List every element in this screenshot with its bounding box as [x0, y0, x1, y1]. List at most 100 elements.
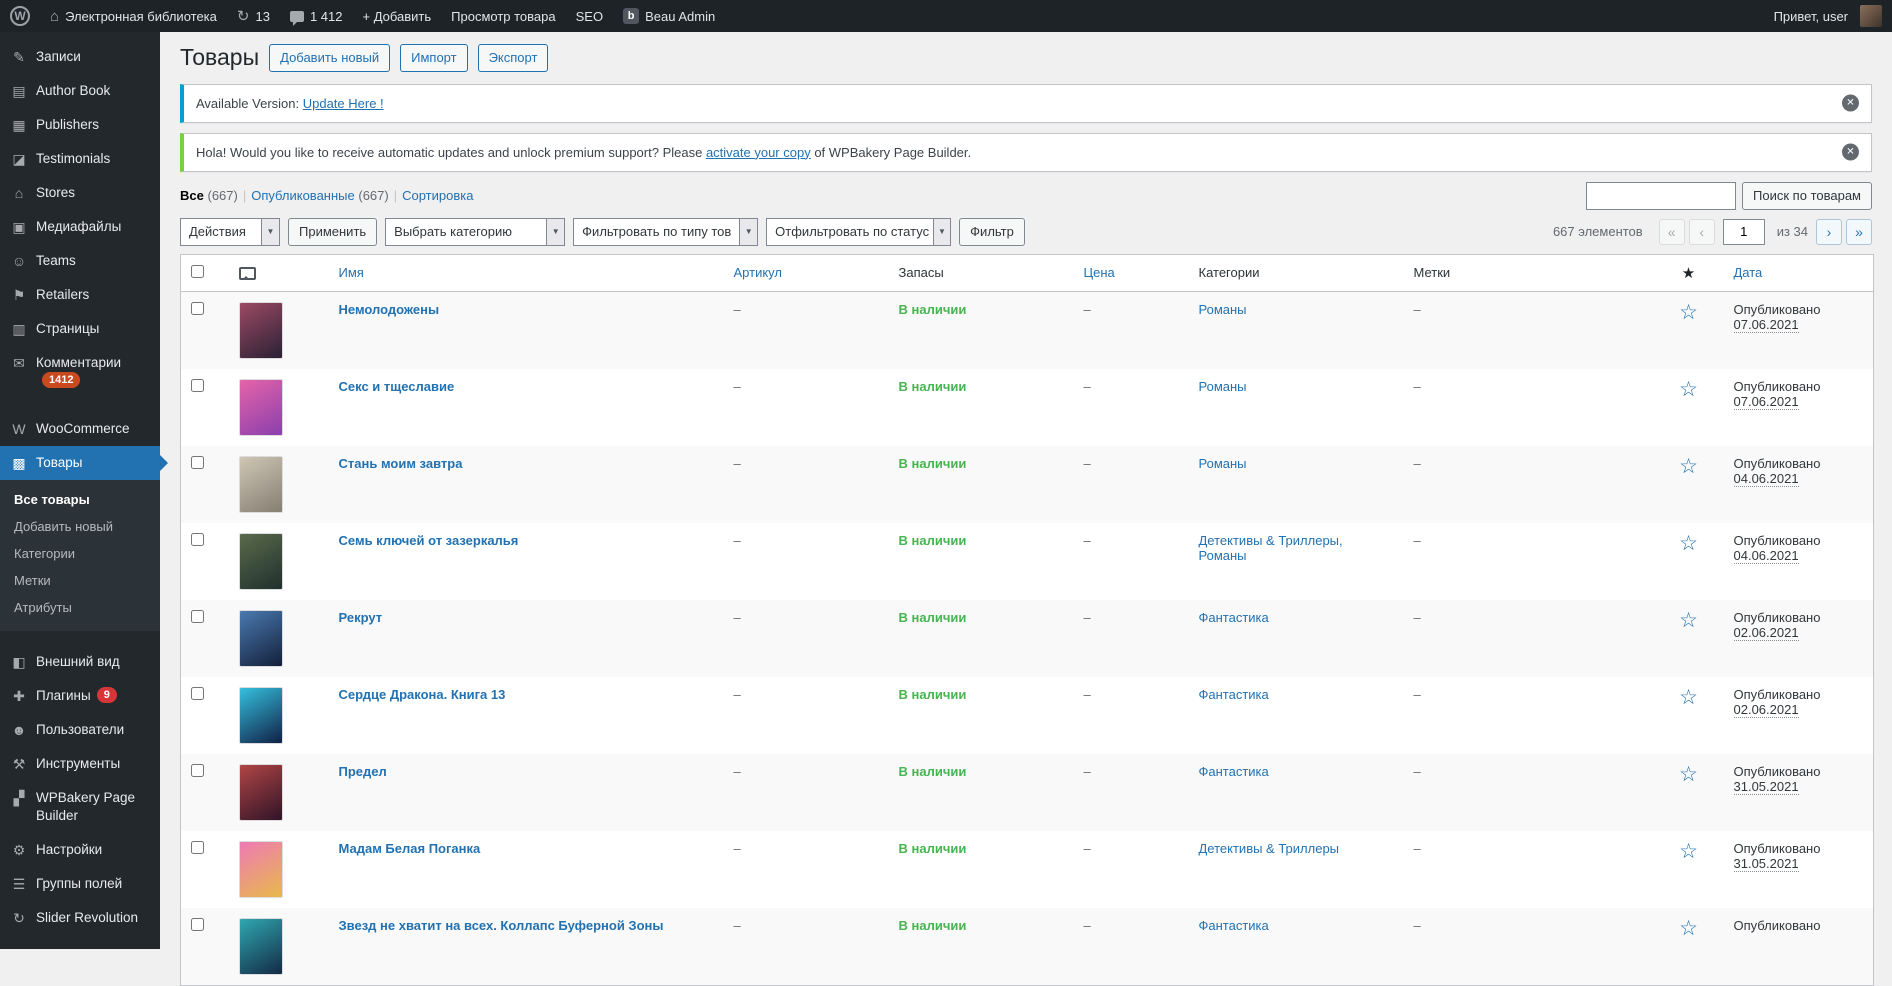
sidebar-subitem[interactable]: Метки [0, 567, 160, 594]
product-name-link[interactable]: Рекрут [339, 610, 383, 625]
product-thumbnail[interactable] [238, 532, 283, 590]
sidebar-item-products[interactable]: ▩ Товары [0, 446, 168, 480]
view-sorting-link[interactable]: Сортировка [402, 188, 473, 203]
view-published-link[interactable]: Опубликованные (667) [251, 188, 388, 203]
row-checkbox[interactable] [191, 532, 204, 546]
feature-star-icon[interactable] [1679, 609, 1698, 632]
category-link[interactable]: Фантастика [1199, 687, 1269, 702]
sidebar-item-woocommerce[interactable]: W WooCommerce [0, 412, 160, 446]
product-name-link[interactable]: Предел [339, 764, 387, 779]
seo-menu-button[interactable]: SEO [566, 0, 613, 32]
sidebar-item[interactable]: ◧ Внешний вид [0, 645, 160, 679]
sidebar-item[interactable]: ⚒ Инструменты [0, 747, 160, 781]
product-type-filter-select[interactable]: Фильтровать по типу тов [573, 217, 759, 246]
sidebar-subitem[interactable]: Добавить новый [0, 513, 160, 540]
search-products-input[interactable] [1586, 181, 1737, 210]
apply-button[interactable]: Применить [288, 217, 378, 246]
filter-button[interactable]: Фильтр [959, 217, 1025, 246]
select-all-checkbox[interactable] [191, 264, 204, 278]
sidebar-item[interactable]: ☰ Группы полей [0, 867, 160, 901]
sidebar-item[interactable]: ☺ Teams [0, 244, 160, 278]
row-checkbox[interactable] [191, 609, 204, 623]
site-name-link[interactable]: Электронная библиотека [40, 0, 227, 32]
sidebar-item[interactable]: ⚑ Retailers [0, 278, 160, 312]
category-link[interactable]: Детективы & Триллеры [1199, 841, 1340, 856]
export-button[interactable]: Экспорт [477, 44, 549, 72]
category-filter-select[interactable]: Выбрать категорию [385, 217, 566, 246]
product-name-link[interactable]: Немолодожены [339, 302, 440, 317]
row-checkbox[interactable] [191, 301, 204, 315]
sidebar-item[interactable]: ◪ Testimonials [0, 142, 160, 176]
sidebar-item[interactable]: ⌂ Stores [0, 176, 160, 210]
sidebar-item[interactable]: ▣ Медиафайлы [0, 210, 160, 244]
sidebar-item[interactable]: ▦ Publishers [0, 108, 160, 142]
activate-copy-link[interactable]: activate your copy [706, 145, 811, 160]
product-thumbnail[interactable] [238, 840, 283, 898]
wordpress-menu-button[interactable] [0, 0, 40, 32]
beau-admin-button[interactable]: Beau Admin [613, 0, 725, 32]
sidebar-subitem[interactable]: Категории [0, 540, 160, 567]
category-link[interactable]: Фантастика [1199, 610, 1269, 625]
product-thumbnail[interactable] [238, 686, 283, 744]
product-name-link[interactable]: Стань моим завтра [339, 456, 463, 471]
row-checkbox[interactable] [191, 686, 204, 700]
sidebar-item[interactable]: ⚙ Настройки [0, 833, 160, 867]
feature-star-icon[interactable] [1679, 301, 1698, 324]
product-thumbnail[interactable] [238, 609, 283, 667]
row-checkbox[interactable] [191, 455, 204, 469]
category-link[interactable]: Романы [1199, 379, 1247, 394]
sidebar-item[interactable]: ▞ WPBakery Page Builder [0, 781, 160, 833]
sidebar-item[interactable]: ✎ Записи [0, 40, 160, 74]
sidebar-item[interactable]: ▤ Author Book [0, 74, 160, 108]
sort-by-date-header[interactable]: Дата [1723, 254, 1874, 292]
product-name-link[interactable]: Мадам Белая Поганка [339, 841, 481, 856]
next-page-button[interactable]: › [1816, 218, 1842, 245]
sort-by-sku-header[interactable]: Артикул [723, 254, 889, 292]
import-button[interactable]: Импорт [400, 44, 468, 72]
row-checkbox[interactable] [191, 763, 204, 777]
category-link[interactable]: Романы [1199, 302, 1247, 317]
row-checkbox[interactable] [191, 917, 204, 931]
category-link[interactable]: Детективы & Триллеры, Романы [1199, 533, 1343, 563]
product-name-link[interactable]: Секс и тщеславие [339, 379, 455, 394]
sidebar-item[interactable]: ☻ Пользователи [0, 713, 160, 747]
sort-by-name-header[interactable]: Имя [328, 254, 724, 292]
category-link[interactable]: Фантастика [1199, 764, 1269, 779]
current-page-input[interactable] [1722, 218, 1765, 245]
product-thumbnail[interactable] [238, 763, 283, 821]
sidebar-item[interactable]: ✚ Плагины 9 [0, 679, 160, 713]
bulk-actions-select[interactable]: Действия [180, 217, 280, 246]
add-new-button[interactable]: Добавить новый [269, 44, 391, 72]
category-link[interactable]: Романы [1199, 456, 1247, 471]
sidebar-subitem[interactable]: Все товары [0, 486, 160, 513]
my-account-button[interactable]: Привет, user [1764, 0, 1892, 32]
row-checkbox[interactable] [191, 378, 204, 392]
product-name-link[interactable]: Семь ключей от зазеркалья [339, 533, 519, 548]
stock-status-filter-select[interactable]: Отфильтровать по статус [766, 217, 952, 246]
feature-star-icon[interactable] [1679, 840, 1698, 863]
product-name-link[interactable]: Звезд не хватит на всех. Коллапс Буферно… [339, 918, 664, 933]
search-products-button[interactable]: Поиск по товарам [1742, 181, 1872, 210]
product-thumbnail[interactable] [238, 378, 283, 436]
dismiss-notice-button[interactable] [1842, 94, 1859, 112]
feature-star-icon[interactable] [1679, 378, 1698, 401]
sidebar-item[interactable]: ▥ Страницы [0, 312, 160, 346]
comments-button[interactable]: 1 412 [280, 0, 353, 32]
sort-by-price-header[interactable]: Цена [1073, 254, 1189, 292]
feature-star-icon[interactable] [1679, 532, 1698, 555]
feature-star-icon[interactable] [1679, 917, 1698, 940]
product-thumbnail[interactable] [238, 917, 283, 975]
feature-star-icon[interactable] [1679, 455, 1698, 478]
dismiss-notice-button[interactable] [1842, 143, 1859, 161]
updates-button[interactable]: 13 [227, 0, 280, 32]
product-thumbnail[interactable] [238, 301, 283, 359]
product-name-link[interactable]: Сердце Дракона. Книга 13 [339, 687, 506, 702]
new-content-button[interactable]: + Добавить [352, 0, 441, 32]
category-link[interactable]: Фантастика [1199, 918, 1269, 933]
sidebar-item[interactable]: ✉ Комментарии1412 [0, 346, 160, 398]
update-here-link[interactable]: Update Here ! [303, 96, 384, 111]
product-thumbnail[interactable] [238, 455, 283, 513]
sidebar-subitem[interactable]: Атрибуты [0, 594, 160, 621]
row-checkbox[interactable] [191, 840, 204, 854]
view-product-button[interactable]: Просмотр товара [441, 0, 565, 32]
